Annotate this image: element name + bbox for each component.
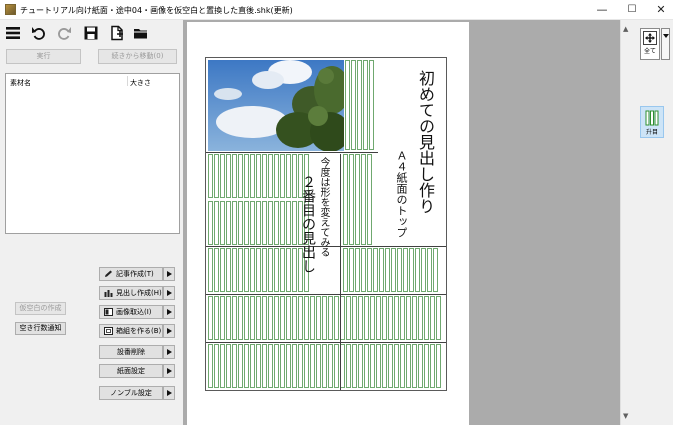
- make-box-button[interactable]: 箱組を作る(B): [99, 324, 163, 338]
- page-settings-arrow-button[interactable]: [163, 364, 175, 378]
- window-title: チュートリアル向け紙面・途中04・画像を仮空白と置換した直後.shk(更新): [20, 6, 293, 15]
- pencil-icon: [105, 270, 112, 277]
- right-panel: [632, 20, 673, 425]
- separator-line: [340, 154, 341, 390]
- column-header-name[interactable]: 素材名: [10, 78, 31, 88]
- create-headline-button[interactable]: 見出し作成(H): [99, 286, 163, 300]
- column-divider[interactable]: [127, 76, 128, 86]
- vertical-scrollbar[interactable]: ▲ ▼: [620, 20, 632, 425]
- app-icon: [5, 4, 16, 15]
- text-cells-right-1[interactable]: [343, 248, 438, 292]
- create-temp-blank-button[interactable]: 仮空白の作成: [15, 302, 66, 315]
- separator-line: [206, 152, 378, 153]
- make-box-arrow-button[interactable]: [163, 324, 175, 338]
- new-file-icon[interactable]: [109, 25, 125, 41]
- create-headline-arrow-button[interactable]: [163, 286, 175, 300]
- nombre-settings-label: ノンブル設定: [110, 389, 152, 397]
- view-all-label: 全て: [643, 48, 656, 55]
- nombre-settings-arrow-button[interactable]: [163, 386, 175, 400]
- second-headline[interactable]: ２番目の見出し: [298, 175, 318, 273]
- app-window: チュートリアル向け紙面・途中04・画像を仮空白と置換した直後.shk(更新) —…: [0, 0, 673, 425]
- import-image-button[interactable]: 画像取込(I): [99, 305, 163, 319]
- notify-empty-lines-button[interactable]: 空き行数通知: [15, 322, 66, 335]
- maximize-button[interactable]: ☐: [616, 0, 648, 20]
- masu-toggle-button[interactable]: 升目: [640, 106, 664, 138]
- separator-line: [206, 342, 446, 343]
- material-list[interactable]: 素材名 大きさ: [5, 73, 180, 234]
- photo-sky-trees[interactable]: [208, 60, 344, 151]
- text-cells-bottom-1[interactable]: [208, 296, 441, 340]
- import-image-label: 画像取込(I): [116, 308, 152, 316]
- undo-icon[interactable]: [31, 25, 47, 41]
- view-dropdown-button[interactable]: [661, 28, 670, 60]
- image-icon: [104, 308, 113, 316]
- view-all-button[interactable]: 全て: [640, 28, 660, 60]
- text-cells-left-3[interactable]: [208, 248, 309, 292]
- delete-number-label: 設番削除: [117, 348, 145, 356]
- text-cells-top-right[interactable]: [345, 60, 374, 150]
- import-image-arrow-button[interactable]: [163, 305, 175, 319]
- title-bar: チュートリアル向け紙面・途中04・画像を仮空白と置換した直後.shk(更新) —…: [0, 0, 673, 20]
- open-folder-icon[interactable]: [133, 25, 149, 41]
- text-cells-bottom-2[interactable]: [208, 344, 441, 388]
- move-arrows-icon: [643, 31, 657, 45]
- bar-chart-icon: [104, 290, 113, 297]
- main-subhead[interactable]: Ａ４紙面のトップ: [393, 150, 409, 238]
- create-article-label: 記事作成(T): [116, 270, 154, 278]
- nombre-settings-button[interactable]: ノンブル設定: [99, 386, 163, 400]
- column-header-size[interactable]: 大きさ: [130, 78, 151, 88]
- delete-number-button[interactable]: 設番削除: [99, 345, 163, 359]
- page-settings-button[interactable]: 紙面設定: [99, 364, 163, 378]
- main-headline[interactable]: 初めての見出し作り: [413, 70, 437, 214]
- close-button[interactable]: ✕: [645, 0, 673, 20]
- menu-icon[interactable]: [5, 25, 21, 41]
- masu-label: 升目: [645, 129, 658, 136]
- make-box-label: 箱組を作る(B): [116, 327, 162, 335]
- continue-move-button[interactable]: 続きから移動(0): [98, 49, 177, 64]
- separator-line: [206, 294, 446, 295]
- box-icon: [104, 327, 113, 335]
- create-article-arrow-button[interactable]: [163, 267, 175, 281]
- minimize-button[interactable]: —: [586, 0, 618, 20]
- redo-icon[interactable]: [56, 25, 72, 41]
- execute-button[interactable]: 実行: [6, 49, 81, 64]
- save-icon[interactable]: [83, 25, 99, 41]
- create-headline-label: 見出し作成(H): [116, 289, 162, 297]
- scroll-up-arrow-icon[interactable]: ▲: [623, 25, 628, 33]
- scroll-down-arrow-icon[interactable]: ▼: [623, 412, 628, 420]
- text-cells-middle[interactable]: [343, 154, 372, 245]
- text-cells-left-1[interactable]: [208, 154, 309, 198]
- text-cells-left-2[interactable]: [208, 201, 309, 245]
- second-subhead[interactable]: 今度は形を変えてみる: [316, 157, 331, 257]
- delete-number-arrow-button[interactable]: [163, 345, 175, 359]
- grid-cells-icon: [645, 110, 659, 126]
- page-settings-label: 紙面設定: [117, 367, 145, 375]
- create-article-button[interactable]: 記事作成(T): [99, 267, 163, 281]
